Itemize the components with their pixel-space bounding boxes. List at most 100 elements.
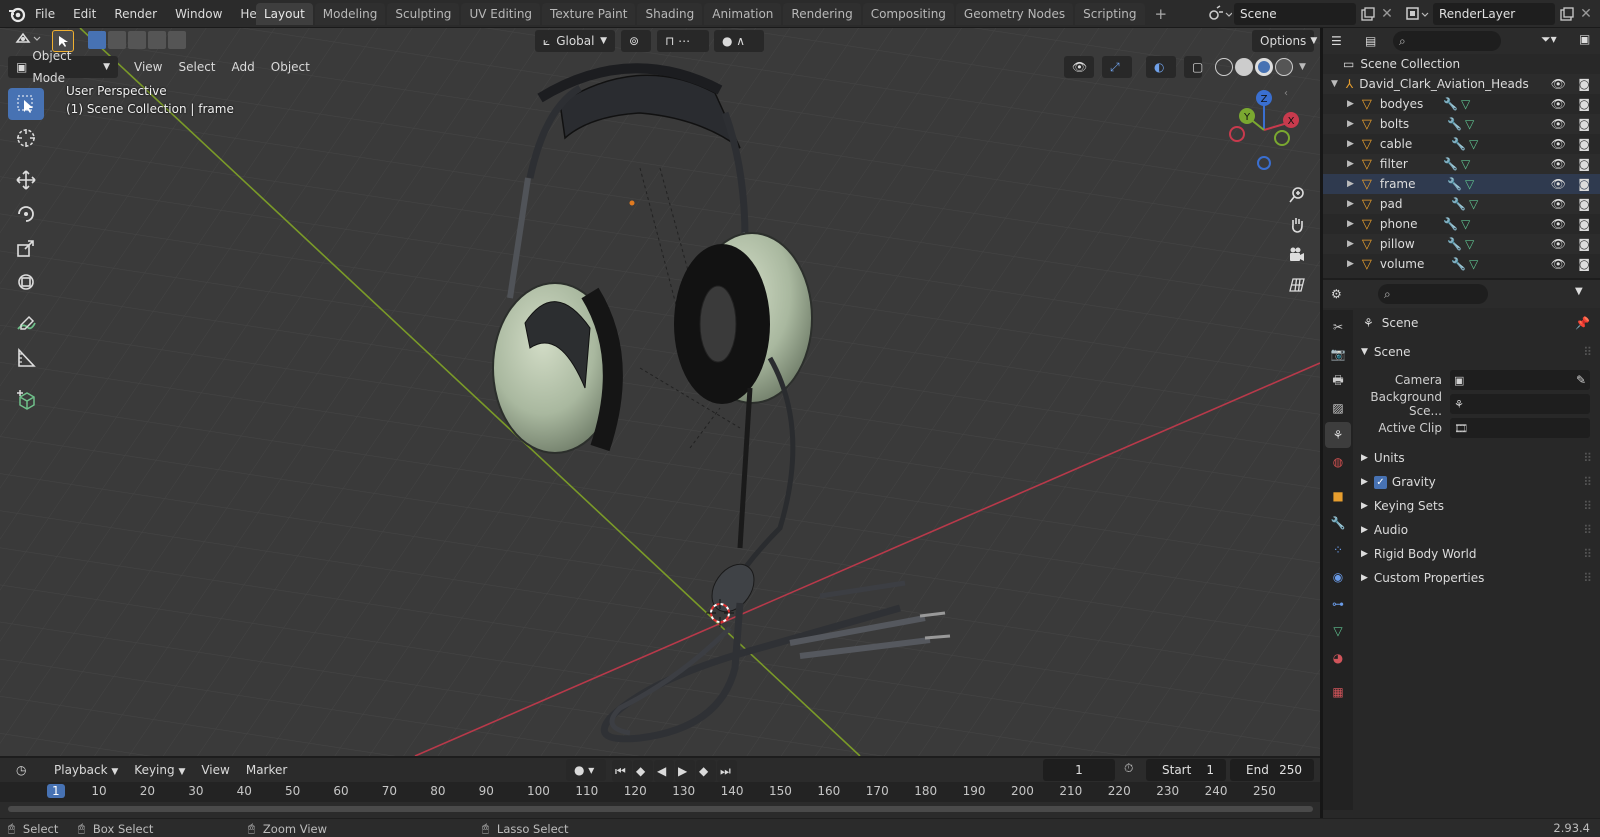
mesh-data-icon[interactable]: ▽ bbox=[1465, 237, 1474, 251]
timeline-scrollbar[interactable] bbox=[8, 806, 1313, 812]
texture-tab-icon[interactable]: ▦ bbox=[1325, 679, 1351, 705]
proportional-edit-icon[interactable]: ● ∧ bbox=[714, 30, 764, 52]
tab-uv-editing[interactable]: UV Editing bbox=[461, 3, 541, 25]
outliner-row-object[interactable]: ▶ ▽ filter 🔧 ▽ 👁 ◙ bbox=[1323, 154, 1600, 174]
gizmo-toggle-icon[interactable]: ⤢ bbox=[1102, 56, 1132, 78]
physics-tab-icon[interactable]: ◉ bbox=[1325, 564, 1351, 590]
expand-arrow-icon[interactable]: ▶ bbox=[1347, 99, 1354, 109]
mesh-data-icon[interactable]: ▽ bbox=[1461, 97, 1470, 111]
mesh-data-icon[interactable]: ▽ bbox=[1469, 197, 1478, 211]
end-frame-field[interactable]: End 250 bbox=[1230, 759, 1314, 781]
modifier-icon[interactable]: 🔧 bbox=[1447, 237, 1462, 251]
visibility-icon[interactable]: 👁 bbox=[1064, 56, 1094, 78]
scene-tab-icon[interactable]: ⚘ bbox=[1325, 422, 1351, 448]
outliner-search-input[interactable]: ⌕ bbox=[1393, 31, 1501, 51]
camera-icon[interactable]: ◙ bbox=[1578, 157, 1590, 171]
tab-texture-paint[interactable]: Texture Paint bbox=[542, 3, 636, 25]
cursor-tool-icon[interactable] bbox=[8, 122, 44, 154]
transform-orientation-dropdown[interactable]: ⟀ Global ▼ bbox=[535, 30, 615, 52]
mesh-data-icon[interactable]: ▽ bbox=[1469, 137, 1478, 151]
view-layer-selector[interactable]: RenderLayer ✕ bbox=[1405, 3, 1595, 25]
play-icon[interactable]: ▶ bbox=[675, 760, 695, 782]
annotate-tool-icon[interactable] bbox=[8, 308, 44, 340]
modifier-icon[interactable]: 🔧 bbox=[1451, 257, 1466, 271]
wireframe-shading-icon[interactable] bbox=[1215, 58, 1233, 76]
jump-start-icon[interactable]: ⏮ bbox=[612, 760, 632, 782]
filter-icon[interactable]: ⏷▾ bbox=[1541, 32, 1557, 47]
timeline-editor-type-icon[interactable]: ◷ ▾ bbox=[8, 759, 42, 799]
outliner-row-object[interactable]: ▶ ▽ cable 🔧 ▽ 👁 ◙ bbox=[1323, 134, 1600, 154]
render-tab-icon[interactable]: 📷 bbox=[1325, 341, 1351, 367]
timeline-menu-view[interactable]: View bbox=[193, 759, 237, 781]
tab-compositing[interactable]: Compositing bbox=[862, 3, 954, 25]
collapsed-panel-header[interactable]: ▶ Rigid Body World ⠿ bbox=[1355, 542, 1600, 566]
tab-scripting[interactable]: Scripting bbox=[1075, 3, 1145, 25]
options-dropdown[interactable]: Options ▼ bbox=[1252, 30, 1317, 52]
collapsed-panel-header[interactable]: ▶ Keying Sets ⠿ bbox=[1355, 494, 1600, 518]
eye-icon[interactable]: 👁 bbox=[1551, 197, 1566, 211]
modifier-icon[interactable]: 🔧 bbox=[1443, 217, 1458, 231]
jump-keyframe-forward-icon[interactable]: ◆ bbox=[696, 760, 716, 782]
delete-view-layer-icon[interactable]: ✕ bbox=[1577, 3, 1595, 25]
collapsed-panel-header[interactable]: ▶ Units ⠿ bbox=[1355, 446, 1600, 470]
drag-handle-icon[interactable]: ⠿ bbox=[1583, 547, 1592, 561]
auto-keying-icon[interactable]: ● ▾ bbox=[566, 759, 606, 781]
camera-view-icon[interactable] bbox=[1282, 240, 1312, 270]
modifier-icon[interactable]: 🔧 bbox=[1443, 157, 1458, 171]
new-scene-icon[interactable] bbox=[1358, 3, 1378, 25]
select-intersect-icon[interactable] bbox=[168, 31, 186, 49]
timeline-menu-keying[interactable]: Keying ▼ bbox=[126, 759, 193, 781]
expand-arrow-icon[interactable]: ▶ bbox=[1347, 179, 1354, 189]
tab-layout[interactable]: Layout bbox=[256, 3, 313, 25]
menu-render[interactable]: Render bbox=[105, 0, 166, 28]
eye-icon[interactable]: 👁 bbox=[1551, 177, 1566, 191]
start-frame-field[interactable]: Start 1 bbox=[1146, 759, 1226, 781]
solid-shading-icon[interactable] bbox=[1235, 58, 1253, 76]
outliner-row-collection[interactable]: ▼ ⅄ David_Clark_Aviation_Heads 👁 ◙ bbox=[1323, 74, 1600, 94]
drag-handle-icon[interactable]: ⠿ bbox=[1583, 475, 1592, 489]
viewport-menu-add[interactable]: Add bbox=[224, 56, 263, 78]
scale-tool-icon[interactable] bbox=[8, 232, 44, 264]
collapsed-panel-header[interactable]: ▶ Audio ⠿ bbox=[1355, 518, 1600, 542]
outliner-row-object[interactable]: ▶ ▽ bolts 🔧 ▽ 👁 ◙ bbox=[1323, 114, 1600, 134]
outliner-row-object[interactable]: ▶ ▽ phone 🔧 ▽ 👁 ◙ bbox=[1323, 214, 1600, 234]
menu-edit[interactable]: Edit bbox=[64, 0, 105, 28]
rendered-shading-icon[interactable] bbox=[1275, 58, 1293, 76]
play-reverse-icon[interactable]: ◀ bbox=[654, 760, 674, 782]
modifier-icon[interactable]: 🔧 bbox=[1451, 197, 1466, 211]
ortho-grid-icon[interactable] bbox=[1282, 270, 1312, 300]
tab-shading[interactable]: Shading bbox=[637, 3, 703, 25]
mesh-data-icon[interactable]: ▽ bbox=[1461, 217, 1470, 231]
camera-icon[interactable]: ◙ bbox=[1578, 197, 1590, 211]
menu-file[interactable]: File bbox=[26, 0, 64, 28]
3d-viewport[interactable]: ⟀ Global ▼ ⊚ ⊓ ⋯ ● ∧ Options ▼ ▣ Object … bbox=[0, 28, 1320, 756]
new-collection-icon[interactable]: ▣ bbox=[1579, 32, 1590, 46]
mesh-data-icon[interactable]: ▽ bbox=[1465, 117, 1474, 131]
view-layer-field[interactable]: RenderLayer bbox=[1433, 3, 1555, 25]
new-view-layer-icon[interactable] bbox=[1557, 3, 1577, 25]
transform-tool-icon[interactable] bbox=[8, 266, 44, 298]
object-tab-icon[interactable]: ■ bbox=[1325, 483, 1351, 509]
outliner-row-object[interactable]: ▶ ▽ pad 🔧 ▽ 👁 ◙ bbox=[1323, 194, 1600, 214]
expand-arrow-icon[interactable]: ▶ bbox=[1347, 199, 1354, 209]
camera-icon[interactable]: ◙ bbox=[1578, 137, 1590, 151]
timeline-ruler[interactable]: 1 10 20 30 40 50 60 70 80 90 100 110 120 130 140 150 160… bbox=[0, 782, 1320, 802]
modifier-icon[interactable]: 🔧 bbox=[1447, 177, 1462, 191]
camera-icon[interactable]: ◙ bbox=[1578, 237, 1590, 251]
drag-handle-icon[interactable]: ⠿ bbox=[1583, 523, 1592, 537]
timeline-menu-playback[interactable]: Playback ▼ bbox=[46, 759, 126, 781]
expand-arrow-icon[interactable]: ▶ bbox=[1347, 219, 1354, 229]
view-layer-tab-icon[interactable]: ▨ bbox=[1325, 395, 1351, 421]
background-scene-field[interactable]: ⚘ bbox=[1450, 394, 1590, 414]
mesh-data-icon[interactable]: ▽ bbox=[1461, 157, 1470, 171]
eye-icon[interactable]: 👁 bbox=[1551, 97, 1566, 111]
scene-panel-header[interactable]: ▼ Scene ⠿ bbox=[1355, 340, 1600, 364]
camera-icon[interactable]: ◙ bbox=[1578, 217, 1590, 231]
outliner-row-scene-collection[interactable]: ▭ Scene Collection bbox=[1323, 54, 1600, 74]
sidebar-toggle-icon[interactable]: ‹ bbox=[1284, 88, 1288, 99]
measure-tool-icon[interactable] bbox=[8, 342, 44, 374]
select-extend-icon[interactable] bbox=[108, 31, 126, 49]
tab-rendering[interactable]: Rendering bbox=[783, 3, 861, 25]
display-mode-icon[interactable]: ▤ ▾ bbox=[1357, 30, 1391, 70]
eyedropper-icon[interactable]: ✎ bbox=[1576, 373, 1586, 387]
